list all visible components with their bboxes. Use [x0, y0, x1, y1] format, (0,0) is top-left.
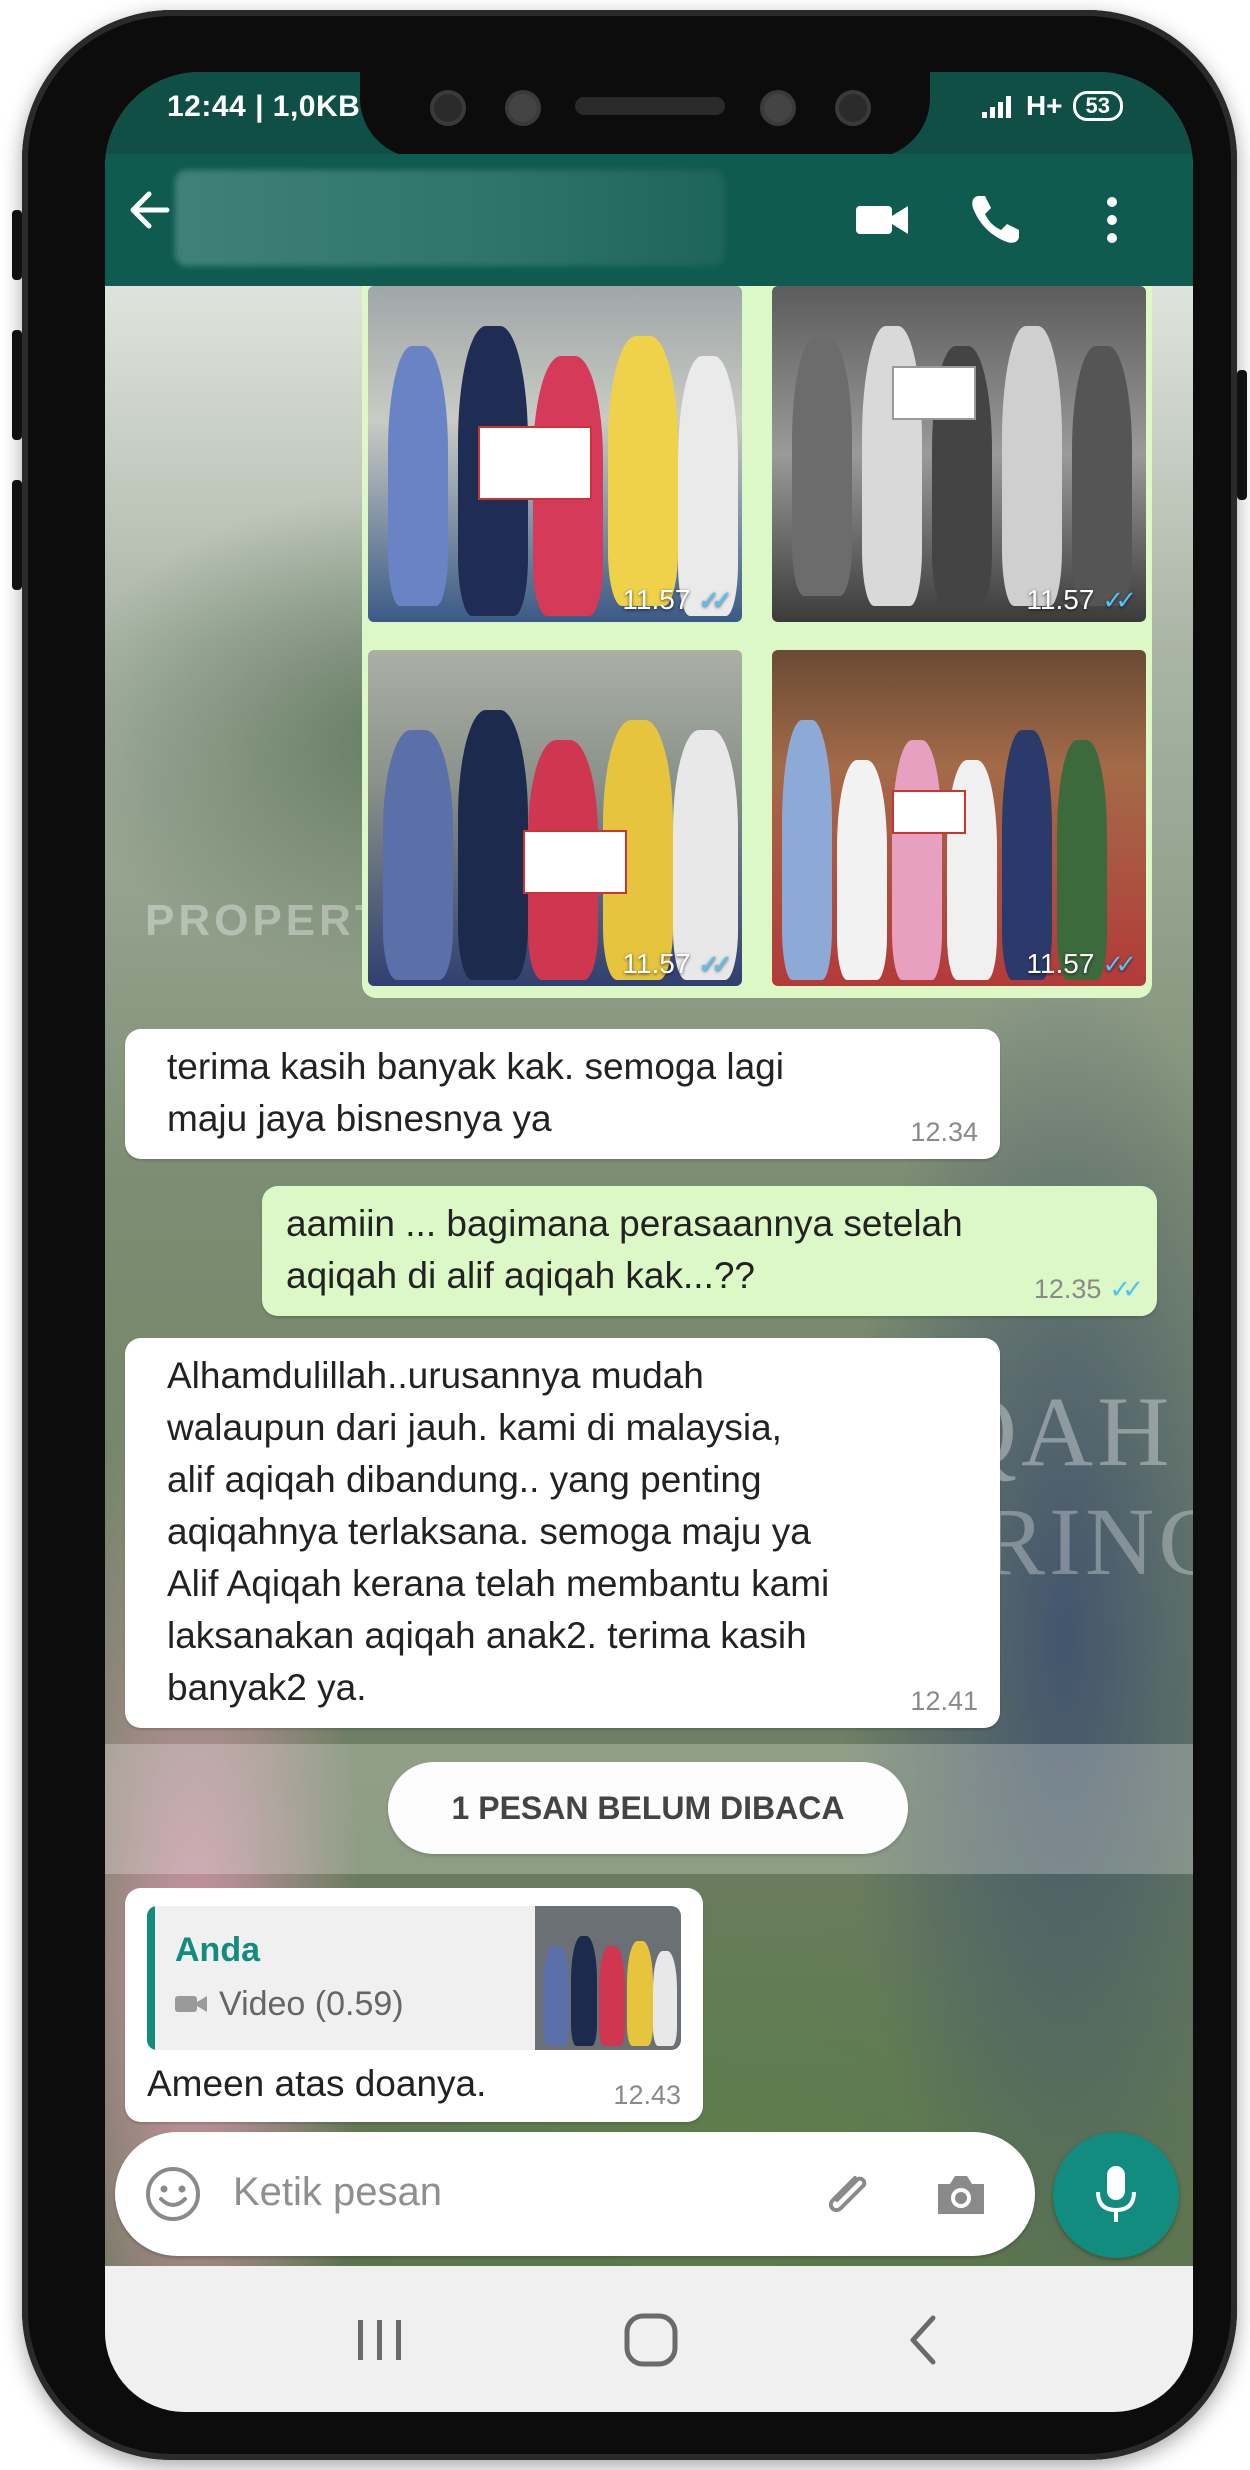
signal-icon — [981, 96, 1011, 118]
message-time: 12.43 — [613, 2080, 681, 2110]
photo-timestamp: 11.57 ✓✓ — [622, 948, 732, 979]
incoming-message[interactable]: Alhamdulillah..urusannya mudah walaupun … — [125, 1338, 1000, 1728]
album-photo[interactable]: 11.57 ✓✓ — [772, 286, 1146, 622]
message-time: 12.34 — [910, 1117, 978, 1147]
battery-indicator: 53 — [1072, 91, 1123, 121]
message-text: Alhamdulillah..urusannya mudah walaupun … — [167, 1355, 830, 1708]
outgoing-message[interactable]: aamiin ... bagimana perasaannya setelah … — [262, 1186, 1157, 1316]
photo-album-message[interactable]: 11.57 ✓✓ 11.57 ✓✓ 11.57 ✓✓ 11.57 ✓✓ — [362, 286, 1152, 998]
attach-icon[interactable] — [815, 2162, 879, 2226]
bixby-key — [12, 480, 22, 590]
sensor-icon — [505, 90, 541, 126]
mic-button[interactable] — [1053, 2132, 1179, 2258]
message-input[interactable]: Ketik pesan — [233, 2170, 442, 2215]
incoming-reply-message[interactable]: Anda Video (0.59) Ameen atas doanya. 12.… — [125, 1888, 703, 2122]
photo-timestamp: 11.57 ✓✓ — [1026, 584, 1136, 615]
quoted-sender: Anda — [175, 1931, 260, 1969]
emoji-icon[interactable] — [143, 2164, 203, 2224]
read-ticks-icon: ✓✓ — [698, 584, 732, 615]
front-camera-icon — [760, 90, 796, 126]
recents-icon[interactable] — [350, 2310, 410, 2370]
volume-down-key — [12, 330, 22, 440]
quoted-message[interactable]: Anda Video (0.59) — [147, 1906, 681, 2050]
album-photo[interactable]: 11.57 ✓✓ — [368, 650, 742, 986]
nav-back-icon[interactable] — [895, 2310, 955, 2370]
camera-notch — [360, 72, 930, 158]
sensor-icon — [430, 90, 466, 126]
camera-icon[interactable] — [930, 2164, 992, 2226]
quoted-media-type: Video (0.59) — [175, 1978, 404, 2030]
read-ticks-icon: ✓✓ — [1102, 584, 1136, 615]
read-ticks-icon: ✓✓ — [698, 948, 732, 979]
phone-icon[interactable] — [963, 188, 1027, 252]
quote-accent-bar — [147, 1906, 155, 2050]
home-icon[interactable] — [617, 2306, 685, 2374]
read-ticks-icon: ✓✓ — [1109, 1274, 1143, 1304]
phone-screen: PROPERTY OF AQIQAH CATERING 12:44 | 1,0K… — [105, 72, 1193, 2412]
quoted-video-thumbnail — [535, 1906, 681, 2050]
more-options-icon[interactable] — [1080, 188, 1144, 252]
system-navigation-bar — [105, 2266, 1193, 2412]
message-text: aamiin ... bagimana perasaannya setelah … — [286, 1203, 963, 1296]
video-icon — [175, 1996, 207, 2012]
message-text: Ameen atas doanya. — [147, 2063, 487, 2104]
album-photo[interactable]: 11.57 ✓✓ — [772, 650, 1146, 986]
back-arrow-icon[interactable] — [119, 180, 179, 240]
power-key — [1237, 370, 1247, 500]
photo-timestamp: 11.57 ✓✓ — [622, 584, 732, 615]
unread-banner: 1 PESAN BELUM DIBACA — [388, 1762, 908, 1854]
contact-avatar-and-name-blurred[interactable] — [175, 170, 725, 266]
network-type: H+ — [1025, 90, 1063, 121]
message-time: 12.41 — [910, 1686, 978, 1716]
sensor-icon — [835, 90, 871, 126]
message-time: 12.35 ✓✓ — [1033, 1274, 1144, 1304]
read-ticks-icon: ✓✓ — [1102, 948, 1136, 979]
earpiece-speaker — [575, 97, 725, 115]
status-indicators: H+ 53 — [981, 90, 1123, 122]
phone-frame: PROPERTY OF AQIQAH CATERING 12:44 | 1,0K… — [12, 10, 1247, 2460]
incoming-message[interactable]: terima kasih banyak kak. semoga lagi maj… — [125, 1029, 1000, 1159]
photo-timestamp: 11.57 ✓✓ — [1026, 948, 1136, 979]
status-time: 12:44 | 1,0KB — [167, 90, 361, 123]
message-text: terima kasih banyak kak. semoga lagi maj… — [167, 1046, 784, 1139]
volume-up-key — [12, 210, 22, 280]
chat-header — [105, 154, 1193, 286]
video-call-icon[interactable] — [850, 188, 914, 252]
message-composer[interactable]: Ketik pesan — [115, 2132, 1035, 2256]
album-photo[interactable]: 11.57 ✓✓ — [368, 286, 742, 622]
mic-icon — [1096, 2166, 1136, 2222]
